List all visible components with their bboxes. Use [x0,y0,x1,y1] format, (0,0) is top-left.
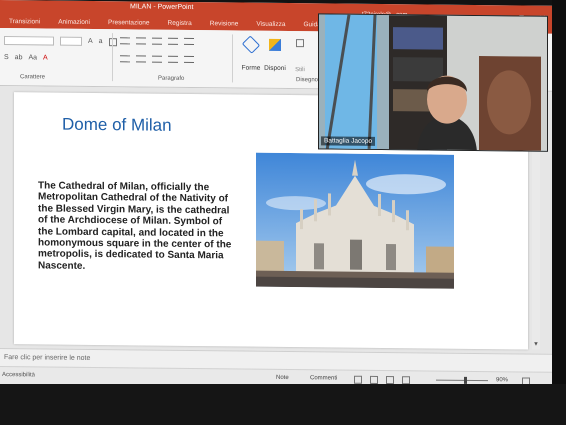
reading-view-icon[interactable] [386,376,394,385]
font-size-combo[interactable] [60,36,82,46]
align-left-icon[interactable] [120,55,130,63]
decrease-indent-icon[interactable] [152,37,162,45]
group-label-drawing: Disegno [296,77,319,84]
arrange-button[interactable]: Disponi [264,37,286,75]
spacing-icon[interactable]: ab [15,54,23,61]
group-label-font: Carattere [20,74,46,81]
normal-view-icon[interactable] [354,375,362,384]
webcam-overlay: Battaglia Jacopo [318,13,548,152]
tab-review[interactable]: Revisione [201,18,248,30]
zoom-slider[interactable] [436,379,488,382]
tab-view[interactable]: Visualizza [247,19,294,31]
arrange-icon [269,38,281,51]
columns-icon[interactable] [184,55,194,64]
shapes-icon [241,35,261,54]
strikethrough-icon[interactable]: S [4,54,9,61]
alignment-controls [120,55,194,64]
window-title: MILAN - PowerPoint [130,3,194,12]
slide-sorter-icon[interactable] [370,375,378,384]
notes-toggle[interactable]: Note [276,375,289,381]
paragraph-controls [120,37,194,46]
scroll-down-icon[interactable]: ▼ [533,342,539,348]
font-name-combo[interactable] [4,36,54,46]
align-center-icon[interactable] [136,55,146,63]
slide-title[interactable]: Dome of Milan [62,115,172,136]
notes-placeholder[interactable]: Fare clic per inserire le note [4,354,90,362]
tab-record[interactable]: Registra [159,18,201,30]
tab-animations[interactable]: Animazioni [49,17,99,30]
bullets-icon[interactable] [120,37,130,45]
font-style-controls: S ab Aa A [4,54,48,61]
monitor-bezel-right [552,0,566,425]
monitor-bezel-bottom [0,384,566,425]
font-controls: A a [4,36,117,46]
align-right-icon[interactable] [152,55,162,63]
arrange-label: Disponi [264,64,286,72]
powerpoint-window: MILAN - PowerPoint t72pirolo@...com — ▢ … [0,0,552,390]
cathedral-image[interactable] [256,152,454,289]
webcam-video [319,14,548,152]
slide-body-text[interactable]: The Cathedral of Milan, officially the M… [38,180,234,273]
shapes-label: Forme [241,64,261,72]
ribbon-divider [112,33,113,82]
quick-styles-icon [296,39,304,48]
tab-transitions[interactable]: Transizioni [0,16,49,29]
comments-toggle[interactable]: Commenti [310,375,337,381]
zoom-level[interactable]: 90% [496,377,508,383]
font-color-icon[interactable]: A [43,54,48,61]
tab-slideshow[interactable]: Presentazione [99,17,159,30]
monitor-photo: MILAN - PowerPoint t72pirolo@...com — ▢ … [0,0,566,425]
accessibility-status[interactable]: Accessibilità [2,372,35,378]
zoom-slider-thumb[interactable] [463,376,467,384]
styles-label: Stili [295,67,305,74]
shapes-button[interactable]: Forme [240,35,262,75]
increase-indent-icon[interactable] [168,37,178,45]
group-label-paragraph: Paragrafo [158,75,185,82]
ribbon-divider [232,34,233,83]
styles-button[interactable]: Stili [290,37,310,76]
numbering-icon[interactable] [136,37,146,45]
shrink-font-icon[interactable]: a [99,38,103,45]
justify-icon[interactable] [168,55,178,63]
grow-font-icon[interactable]: A [88,38,93,45]
participant-name: Battaglia Jacopo [321,136,376,146]
change-case-icon[interactable]: Aa [28,54,37,61]
line-spacing-icon[interactable] [184,37,194,46]
